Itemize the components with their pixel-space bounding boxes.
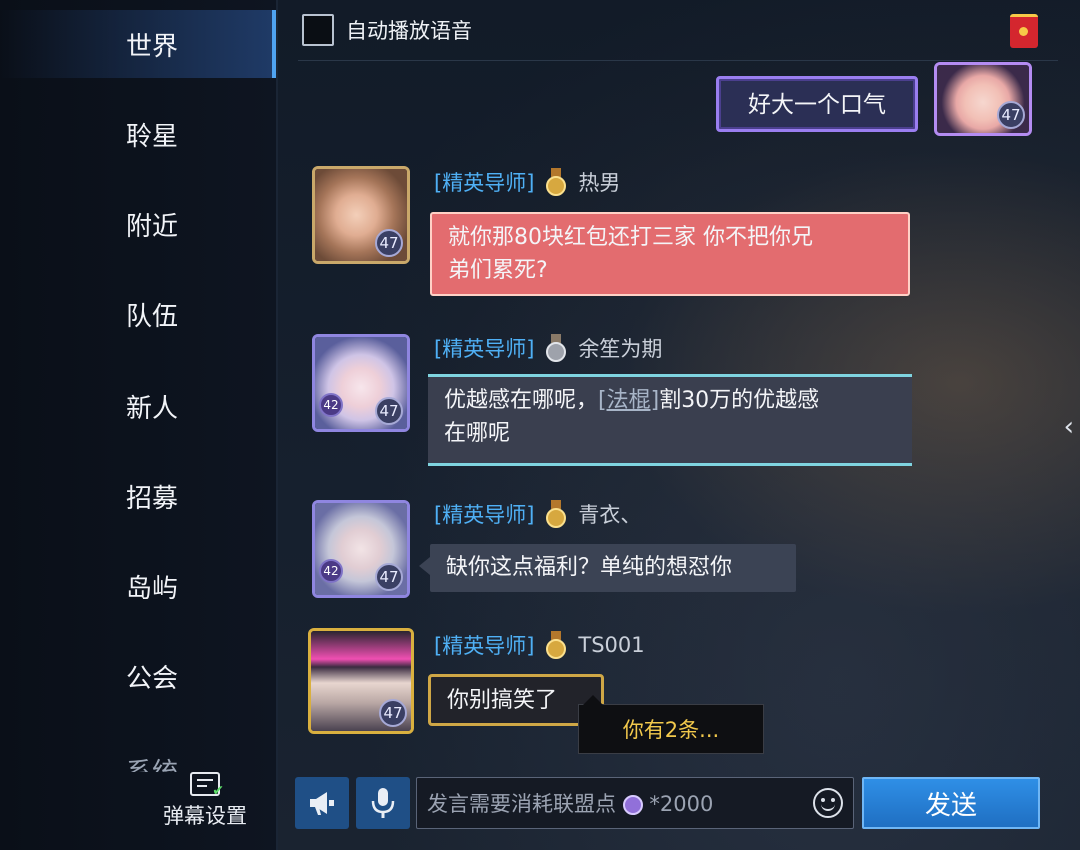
- microphone-icon: [371, 788, 395, 818]
- sender-title[interactable]: [精英导师]: [434, 167, 534, 197]
- emoji-icon[interactable]: [813, 788, 843, 818]
- autoplay-label: 自动播放语音: [346, 19, 472, 43]
- autoplay-checkbox[interactable]: [302, 14, 334, 46]
- danmu-settings-icon: ✔: [190, 772, 224, 798]
- tab-label: 新人: [126, 393, 179, 424]
- collapse-chevron-left-icon[interactable]: ‹: [1064, 412, 1074, 442]
- channel-sidebar: 世界 聆星 附近 队伍 新人 招募 岛屿 公会 系统 ✔ 弹幕设置: [0, 0, 276, 850]
- level-badge: 47: [997, 101, 1025, 129]
- message-bubble: 就你那80块红包还打三家 你不把你兄 弟们累死?: [430, 212, 910, 296]
- item-link[interactable]: [法棍]: [598, 388, 659, 413]
- tab-guild[interactable]: 公会: [0, 642, 276, 710]
- sender-avatar[interactable]: 47: [312, 166, 410, 264]
- medal-icon: [544, 631, 568, 659]
- medal-icon: [544, 500, 568, 528]
- sender-title[interactable]: [精英导师]: [434, 499, 534, 529]
- sender-line: [精英导师] 余笙为期: [434, 333, 662, 363]
- sender-title[interactable]: [精英导师]: [434, 333, 534, 363]
- level-badge: 47: [375, 229, 403, 257]
- sender-line: [精英导师] 青衣、: [434, 499, 641, 529]
- sub-level-badge: 42: [319, 559, 343, 583]
- tab-system[interactable]: 系统: [0, 752, 276, 772]
- autoplay-voice-toggle[interactable]: 自动播放语音: [302, 14, 472, 46]
- bubble-tail: [419, 557, 430, 575]
- sender-name[interactable]: 青衣、: [578, 499, 641, 529]
- alliance-point-icon: [622, 795, 643, 815]
- sender-line: [精英导师] 热男: [434, 167, 620, 197]
- notice-text: 你有2条...: [622, 718, 720, 742]
- tab-recruit[interactable]: 招募: [0, 462, 276, 530]
- own-message-bubble: 好大一个口气: [716, 76, 918, 132]
- sub-level-badge: 42: [319, 393, 343, 417]
- sender-name[interactable]: 热男: [578, 167, 620, 197]
- message-text: 缺你这点福利？单纯的想怼你: [446, 555, 733, 580]
- sender-avatar[interactable]: 47: [308, 628, 414, 734]
- message-text: 在哪呢: [444, 421, 511, 446]
- message-bubble: 优越感在哪呢，[法棍]割30万的优越感 在哪呢: [428, 374, 912, 466]
- level-badge: 47: [379, 699, 407, 727]
- tab-island[interactable]: 岛屿: [0, 552, 276, 620]
- header-divider: [298, 60, 1058, 61]
- tab-lingxing[interactable]: 聆星: [0, 100, 276, 168]
- danmu-settings-button[interactable]: ✔ 弹幕设置: [150, 772, 260, 830]
- sender-avatar[interactable]: 42 47: [312, 500, 410, 598]
- sender-avatar[interactable]: 42 47: [312, 334, 410, 432]
- message-text: 割30万的优越感: [659, 388, 820, 413]
- tab-nearby[interactable]: 附近: [0, 190, 276, 258]
- tab-label: 世界: [126, 31, 179, 62]
- sender-name[interactable]: TS001: [578, 633, 644, 657]
- message-text: 优越感在哪呢，: [444, 388, 599, 413]
- tab-newbie[interactable]: 新人: [0, 372, 276, 440]
- message-text: 你别搞笑了: [447, 688, 558, 713]
- tab-label: 招募: [126, 483, 179, 514]
- sender-title[interactable]: [精英导师]: [434, 630, 534, 660]
- tab-label: 队伍: [126, 301, 179, 332]
- message-text: 就你那80块红包还打三家 你不把你兄: [448, 225, 813, 250]
- tab-label: 附近: [126, 211, 179, 242]
- chat-input-placeholder: 发言需要消耗联盟点 *2000: [427, 792, 714, 816]
- own-avatar[interactable]: 47: [934, 62, 1032, 136]
- new-messages-notice[interactable]: 你有2条...: [578, 695, 764, 754]
- medal-icon: [544, 168, 568, 196]
- tab-label: 系统: [126, 752, 178, 772]
- level-badge: 47: [375, 563, 403, 591]
- chat-input[interactable]: 发言需要消耗联盟点 *2000: [416, 777, 854, 829]
- tab-team[interactable]: 队伍: [0, 280, 276, 348]
- tab-label: 聆星: [126, 121, 179, 152]
- tab-world[interactable]: 世界: [0, 10, 276, 78]
- tab-label: 岛屿: [126, 573, 179, 604]
- megaphone-icon: [310, 792, 334, 815]
- chat-panel: 自动播放语音 好大一个口气 47 47 [精英导师] 热男 就你那80块红包还打…: [278, 0, 1080, 850]
- tab-label: 公会: [126, 663, 179, 694]
- broadcast-button[interactable]: [295, 777, 349, 829]
- message-text: 好大一个口气: [748, 92, 886, 118]
- send-label: 发送: [924, 790, 977, 821]
- medal-icon: [544, 334, 568, 362]
- message-bubble: 缺你这点福利？单纯的想怼你: [430, 544, 796, 592]
- red-packet-icon[interactable]: [1010, 14, 1038, 48]
- message-text: 弟们累死?: [448, 258, 548, 283]
- sender-name[interactable]: 余笙为期: [578, 333, 662, 363]
- level-badge: 47: [375, 397, 403, 425]
- voice-input-button[interactable]: [356, 777, 410, 829]
- send-button[interactable]: 发送: [862, 777, 1040, 829]
- danmu-settings-label: 弹幕设置: [163, 804, 247, 828]
- sender-line: [精英导师] TS001: [434, 630, 645, 660]
